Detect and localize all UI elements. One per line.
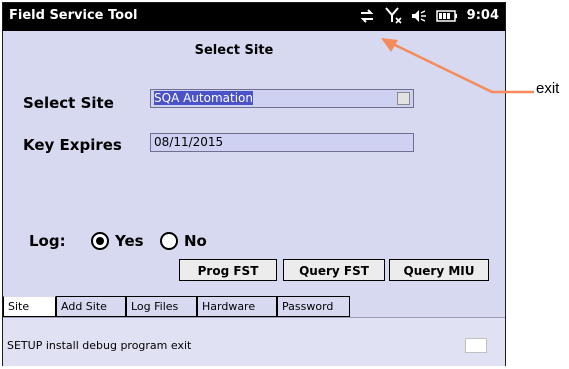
tab-bar: Site Add Site Log Files Hardware Passwor…: [3, 294, 505, 317]
title-bar: Field Service Tool 9:04: [3, 3, 505, 31]
volume-icon: [411, 9, 426, 22]
clock-time: 9:04: [466, 8, 499, 23]
tab-hardware[interactable]: Hardware: [197, 296, 277, 317]
key-expires-value: 08/11/2015: [154, 135, 224, 149]
log-no-label[interactable]: No: [184, 232, 207, 250]
log-label: Log:: [29, 232, 66, 250]
tab-add-site[interactable]: Add Site: [56, 296, 126, 317]
command-bar: SETUP install debug program exit: [3, 317, 505, 366]
log-yes-radio[interactable]: [91, 232, 109, 250]
select-site-dropdown[interactable]: SQA Automation: [150, 89, 414, 108]
signal-off-icon[interactable]: [384, 7, 402, 24]
select-site-value: SQA Automation: [154, 91, 253, 105]
keyboard-icon[interactable]: [465, 338, 487, 353]
status-icons: 9:04: [359, 7, 499, 24]
sync-icon: [360, 8, 374, 23]
log-yes-label[interactable]: Yes: [115, 232, 144, 250]
footer-commands[interactable]: SETUP install debug program exit: [7, 339, 191, 352]
tab-site[interactable]: Site: [3, 296, 56, 317]
prog-fst-button[interactable]: Prog FST: [179, 259, 277, 281]
device-screen: Field Service Tool 9:04 Select Site Sele…: [2, 2, 506, 366]
select-site-label: Select Site: [23, 94, 114, 112]
chevron-down-icon[interactable]: [397, 92, 410, 105]
key-expires-field: 08/11/2015: [150, 133, 414, 152]
annotation-label: exit: [536, 80, 560, 97]
battery-icon: [435, 9, 457, 22]
query-fst-button[interactable]: Query FST: [283, 259, 385, 281]
tab-password[interactable]: Password: [277, 296, 350, 317]
tab-log-files[interactable]: Log Files: [126, 296, 197, 317]
log-no-radio[interactable]: [160, 232, 178, 250]
query-miu-button[interactable]: Query MIU: [389, 259, 489, 281]
page-title: Select Site: [194, 43, 274, 58]
key-expires-label: Key Expires: [23, 136, 122, 154]
app-title: Field Service Tool: [9, 8, 138, 23]
